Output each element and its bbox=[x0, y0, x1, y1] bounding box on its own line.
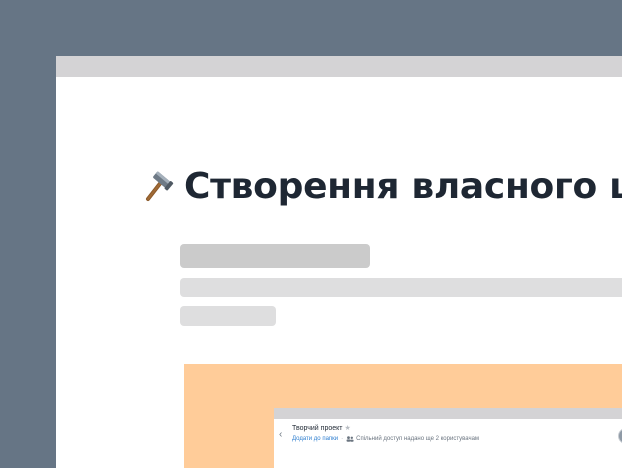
star-icon[interactable]: ★ bbox=[344, 424, 350, 432]
project-meta: Додати до папки · Спільний доступ надано… bbox=[292, 436, 479, 442]
project-header: Творчий проект ★ bbox=[292, 424, 351, 433]
meta-separator: · bbox=[341, 436, 344, 442]
screenshot-preview: ‹ Творчий проект ★ Додати до папки · Спі… bbox=[184, 364, 622, 468]
page-title: Створення власного ша bbox=[184, 165, 622, 207]
preview-project-card: ‹ Творчий проект ★ Додати до папки · Спі… bbox=[274, 408, 622, 468]
article-window: Створення власного ша ‹ Творчий проект ★… bbox=[56, 56, 622, 468]
preview-title-bar bbox=[274, 408, 622, 419]
share-status: Спільний доступ надано ще 2 користувачам bbox=[356, 436, 480, 442]
avatar[interactable] bbox=[618, 428, 622, 444]
skeleton-short-line-placeholder bbox=[180, 306, 276, 326]
hammer-icon bbox=[140, 169, 174, 203]
page-title-row: Створення власного ша bbox=[140, 164, 622, 208]
add-to-folder-link[interactable]: Додати до папки bbox=[292, 436, 338, 442]
users-icon bbox=[346, 436, 354, 442]
skeleton-heading-placeholder bbox=[180, 244, 370, 268]
chevron-left-icon[interactable]: ‹ bbox=[279, 430, 282, 440]
window-title-bar bbox=[56, 56, 622, 77]
project-title: Творчий проект bbox=[292, 424, 343, 432]
skeleton-text-line-placeholder bbox=[180, 278, 622, 297]
